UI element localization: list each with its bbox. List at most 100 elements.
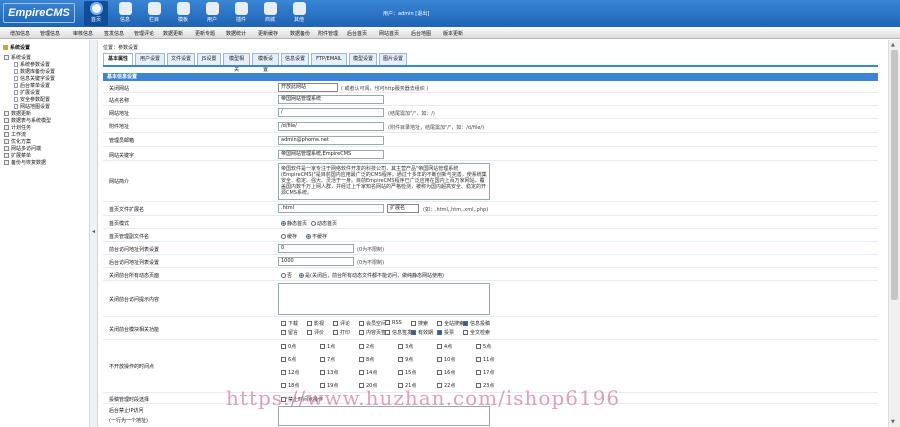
open-site-select[interactable]: 开放此网站 [278, 83, 338, 92]
shortcut-link[interactable]: 增加信息 [10, 30, 30, 37]
tab-item[interactable]: 模板设置 [252, 53, 279, 73]
hour-checkbox[interactable]: 7点 [320, 356, 335, 363]
sidebar-item[interactable]: 扩展菜单 [4, 152, 31, 159]
shortcut-link[interactable]: 后台地图 [411, 30, 431, 37]
shortcut-link[interactable]: 管理评论 [134, 30, 154, 37]
topnav-plugin[interactable]: 插件 [229, 1, 253, 26]
front-list-input[interactable]: 0 [278, 244, 354, 253]
topnav-home[interactable]: 首页 [84, 1, 108, 26]
keywords-input[interactable]: 帝国网站管理系统,EmpireCMS [278, 150, 384, 159]
topnav-template[interactable]: 模板 [171, 1, 195, 26]
module-checkbox[interactable]: 会员空间 [359, 320, 386, 327]
sidebar-item[interactable]: 后台菜单设置 [14, 82, 50, 89]
sidebar-item[interactable]: 数据更新 [4, 110, 31, 117]
module-checkbox[interactable]: 评论 [333, 320, 350, 327]
module-checkbox[interactable]: 全站搜索 [437, 320, 464, 327]
close-dynamic-no-radio[interactable]: 否 [281, 272, 292, 279]
sidebar-item[interactable]: 优化方案 [4, 138, 31, 145]
shortcut-link[interactable]: 审核信息 [73, 30, 93, 37]
topnav-folder[interactable]: 栏目 [142, 1, 166, 26]
newsurl-input[interactable]: /d/file/ [278, 122, 384, 131]
shortcut-link[interactable]: 签发信息 [104, 30, 124, 37]
hour-checkbox[interactable]: 17点 [476, 369, 494, 376]
close-message-textarea[interactable] [278, 283, 490, 315]
scroll-down-icon[interactable]: ▼ [891, 419, 895, 425]
hour-checkbox[interactable]: 6点 [281, 356, 296, 363]
tab-item[interactable]: 用户设置 [135, 53, 165, 65]
sidebar-root[interactable]: 系统设置 [3, 44, 30, 51]
topnav-shop[interactable]: 商城 [258, 1, 282, 26]
module-checkbox[interactable]: RSS [385, 320, 402, 326]
module-checkbox[interactable]: 搜索 [411, 320, 428, 327]
topnav-gear[interactable]: 其他 [287, 1, 311, 26]
scroll-up-icon[interactable]: ▲ [891, 42, 895, 48]
module-checkbox[interactable]: 信息投稿 [463, 320, 490, 327]
scrollbar[interactable]: ▲ ▼ [888, 40, 900, 427]
module-checkbox[interactable]: 留言 [281, 329, 298, 336]
tab-item[interactable]: JS设置 [197, 53, 221, 65]
hour-checkbox[interactable]: 14点 [359, 369, 377, 376]
static-index-radio[interactable]: 静态首页 [281, 220, 307, 227]
sidebar-item[interactable]: 系统参数设置 [14, 61, 50, 68]
sidebar-item[interactable]: 网站地图设置 [14, 103, 50, 110]
shortcut-link[interactable]: 数据备份 [290, 30, 310, 37]
sidebar-item[interactable]: 信息关键字设置 [14, 75, 55, 82]
module-checkbox[interactable]: 信息签发 [385, 329, 412, 336]
hour-checkbox[interactable]: 3点 [398, 343, 413, 350]
module-checkbox[interactable]: 内容页签 [359, 329, 386, 336]
sidebar-item[interactable]: 备份与恢复数据 [4, 159, 46, 166]
hour-checkbox[interactable]: 2点 [359, 343, 374, 350]
hour-checkbox[interactable]: 0点 [281, 343, 296, 350]
sidebar-item[interactable]: 网站多访问端 [4, 145, 41, 152]
tab-item[interactable]: 模型设置 [349, 53, 377, 65]
hour-checkbox[interactable]: 12点 [281, 369, 299, 376]
siteurl-input[interactable]: / [278, 108, 384, 117]
module-checkbox[interactable]: 影视 [307, 320, 324, 327]
shortcut-link[interactable]: 更新专题 [195, 30, 215, 37]
hour-checkbox[interactable]: 11点 [476, 356, 494, 363]
close-dynamic-yes-radio[interactable]: 是(关闭后，前台所有动态文件都不能访问，做纯静态网站使用) [299, 272, 444, 279]
tab-item[interactable]: 基本属性 [103, 53, 133, 65]
hour-checkbox[interactable]: 15点 [398, 369, 416, 376]
cache-radio[interactable]: 缓存 [281, 233, 297, 240]
module-checkbox[interactable]: 打印 [333, 329, 350, 336]
sidebar-item[interactable]: 安全参数配置 [14, 96, 50, 103]
shortcut-link[interactable]: 管理信息 [40, 30, 60, 37]
back-list-input[interactable]: 1000 [278, 257, 354, 266]
shortcut-link[interactable]: 更新缓存 [258, 30, 278, 37]
intro-textarea[interactable]: 帝国软件是一家专注于网络软件开发的科技公司，其主营产品"帝国网站管理系统(Emp… [278, 163, 490, 200]
hour-checkbox[interactable]: 1点 [320, 343, 335, 350]
sidebar-item[interactable]: 数据库备份设置 [14, 68, 55, 75]
hour-checkbox[interactable]: 4点 [437, 343, 452, 350]
module-checkbox[interactable]: 投票 [437, 329, 454, 336]
sidebar-item[interactable]: 系统设置 [4, 54, 31, 61]
no-cache-radio[interactable]: 不缓存 [306, 233, 327, 240]
index-ext-select[interactable]: 扩展名 [387, 204, 419, 213]
shortcut-link[interactable]: 版本更新 [443, 30, 463, 37]
index-ext-input[interactable]: .html [278, 204, 384, 213]
scroll-thumb[interactable] [891, 50, 898, 300]
shortcut-link[interactable]: 数据更新 [163, 30, 183, 37]
hour-checkbox[interactable]: 9点 [398, 356, 413, 363]
sidebar-item[interactable]: 计划任务 [4, 124, 31, 131]
module-checkbox[interactable]: 下载 [281, 320, 298, 327]
hour-checkbox[interactable]: 8点 [359, 356, 374, 363]
shortcut-link[interactable]: 后台首页 [347, 30, 367, 37]
dynamic-index-radio[interactable]: 动态首页 [311, 220, 337, 227]
tab-item[interactable]: 图片设置 [379, 53, 407, 65]
hour-checkbox[interactable]: 16点 [437, 369, 455, 376]
hour-checkbox[interactable]: 13点 [320, 369, 338, 376]
tab-item[interactable]: 文件设置 [167, 53, 195, 65]
sidebar-item[interactable]: 数据表与系统模型 [4, 117, 51, 124]
tab-item[interactable]: 信息设置 [281, 53, 309, 65]
module-checkbox[interactable]: 评价 [307, 329, 324, 336]
email-input[interactable]: admin@phome.net [278, 136, 384, 145]
sitename-input[interactable]: 帝国网站管理系统 [278, 95, 384, 104]
sidebar-item[interactable]: 工作流 [4, 131, 26, 138]
module-checkbox[interactable]: 有效期 [411, 329, 433, 336]
shortcut-link[interactable]: 附件管理 [318, 30, 338, 37]
shortcut-link[interactable]: 数据统计 [226, 30, 246, 37]
sidebar-toggle[interactable]: ◂ [90, 40, 98, 427]
tab-item[interactable]: 模型相关 [223, 53, 250, 73]
sidebar-item[interactable]: 扩展设置 [14, 89, 40, 96]
